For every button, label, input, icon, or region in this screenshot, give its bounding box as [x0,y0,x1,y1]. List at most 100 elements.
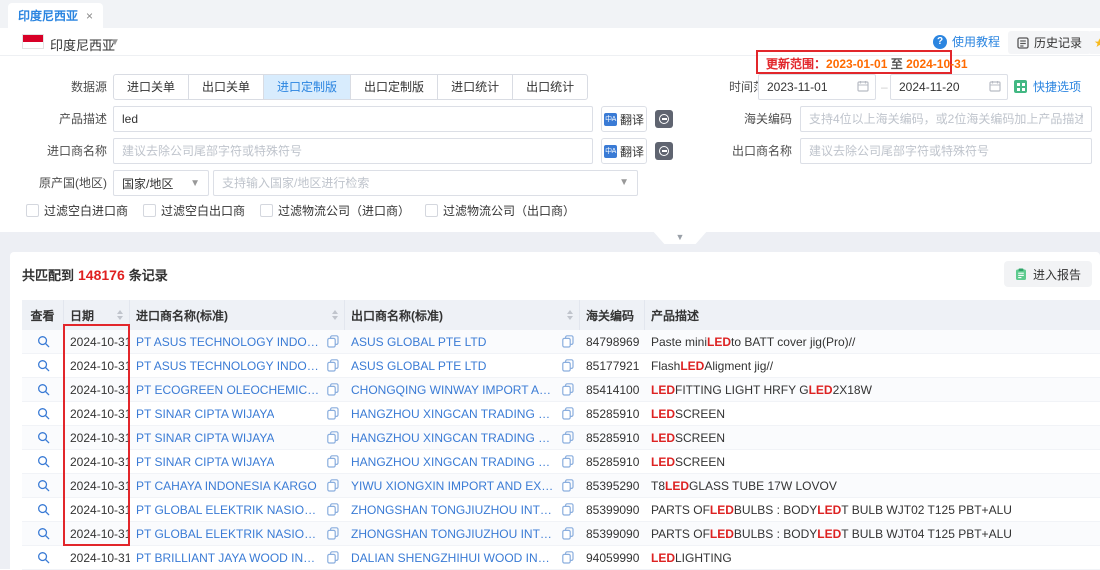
sort-icon[interactable] [326,310,338,320]
start-date-wrap [758,74,876,100]
exact-search-icon[interactable] [655,142,673,160]
summary-suffix: 条记录 [129,268,168,283]
exporter-link[interactable]: HANGZHOU XINGCAN TRADING CO LTD [351,431,558,445]
product-desc-cell: PARTS OF LED BULBS : BODY LED T BULB WJT… [645,498,1100,521]
copy-icon[interactable] [558,503,574,516]
favorite-button[interactable]: ★ [1088,31,1100,54]
copy-icon[interactable] [323,359,339,372]
copy-icon[interactable] [558,455,574,468]
search-icon[interactable] [37,455,50,468]
search-icon[interactable] [37,527,50,540]
copy-icon[interactable] [558,407,574,420]
importer-cell: PT ECOGREEN OLEOCHEMICALS [130,378,345,401]
datasource-tab-5[interactable]: 出口统计 [512,74,588,100]
copy-icon[interactable] [558,527,574,540]
enter-report-button[interactable]: 进入报告 [1004,261,1092,287]
calendar-icon[interactable] [989,80,1001,92]
importer-link[interactable]: PT SINAR CIPTA WIJAYA [136,407,274,421]
quick-options-button[interactable]: 快捷选项 [1014,78,1081,95]
exporter-link[interactable]: HANGZHOU XINGCAN TRADING CO LTD [351,455,558,469]
search-icon[interactable] [37,407,50,420]
exporter-link[interactable]: DALIAN SHENGZHIHUI WOOD INDUST... [351,551,558,565]
column-header-0: 查看 [22,300,64,330]
sort-icon[interactable] [561,310,573,320]
calendar-icon[interactable] [857,80,869,92]
search-icon[interactable] [37,479,50,492]
copy-icon[interactable] [323,503,339,516]
checkbox-icon[interactable] [26,204,39,217]
datasource-tab-2[interactable]: 进口定制版 [263,74,351,100]
importer-link[interactable]: PT SINAR CIPTA WIJAYA [136,455,274,469]
importer-link[interactable]: PT ECOGREEN OLEOCHEMICALS [136,383,323,397]
search-icon[interactable] [37,383,50,396]
importer-link[interactable]: PT SINAR CIPTA WIJAYA [136,431,274,445]
datasource-tab-0[interactable]: 进口关单 [113,74,189,100]
exporter-link[interactable]: YIWU XIONGXIN IMPORT AND EXPORT... [351,479,558,493]
exporter-link[interactable]: ZHONGSHAN TONGJIUZHOU INTERNA... [351,527,558,541]
exact-search-icon[interactable] [655,110,673,128]
importer-link[interactable]: PT ASUS TECHNOLOGY INDONESIA BA... [136,359,323,373]
chevron-down-icon[interactable]: ▼ [110,37,120,48]
copy-icon[interactable] [323,335,339,348]
search-icon[interactable] [37,359,50,372]
table-row: 2024-10-31PT ASUS TECHNOLOGY INDONESIA B… [22,354,1100,378]
sort-icon[interactable] [111,310,123,320]
copy-icon[interactable] [323,383,339,396]
importer-link[interactable]: PT GLOBAL ELEKTRIK NASIONAL [136,527,323,541]
copy-icon[interactable] [323,455,339,468]
exporter-link[interactable]: ASUS GLOBAL PTE LTD [351,335,486,349]
copy-icon[interactable] [558,359,574,372]
product-desc-input[interactable] [113,106,593,132]
column-header-2[interactable]: 进口商名称(标准) [130,300,345,330]
copy-icon[interactable] [558,479,574,492]
hs-code-input[interactable] [800,106,1092,132]
checkbox-icon[interactable] [143,204,156,217]
search-icon[interactable] [37,335,50,348]
copy-icon[interactable] [558,431,574,444]
translate-button[interactable]: 中A 翻译 [601,106,647,132]
copy-icon[interactable] [323,407,339,420]
filter-checkbox-2[interactable]: 过滤物流公司（进口商） [260,202,410,219]
page-tab-indonesia[interactable]: 印度尼西亚 × [8,3,103,28]
copy-icon[interactable] [323,479,339,492]
datasource-tab-4[interactable]: 进口统计 [437,74,513,100]
copy-icon[interactable] [323,431,339,444]
search-icon[interactable] [37,503,50,516]
translate-button[interactable]: 中A 翻译 [601,138,647,164]
copy-icon[interactable] [558,383,574,396]
filter-checkbox-3[interactable]: 过滤物流公司（出口商） [425,202,575,219]
chevron-down-icon[interactable]: ▼ [619,177,629,188]
datasource-tab-1[interactable]: 出口关单 [188,74,264,100]
filter-checkbox-0[interactable]: 过滤空白进口商 [26,202,128,219]
checkbox-icon[interactable] [425,204,438,217]
update-range-end: 2024-10-31 [906,57,967,71]
importer-input[interactable] [113,138,593,164]
importer-link[interactable]: PT GLOBAL ELEKTRIK NASIONAL [136,503,323,517]
close-icon[interactable]: × [86,9,93,23]
importer-link[interactable]: PT CAHAYA INDONESIA KARGO [136,479,317,493]
copy-icon[interactable] [323,551,339,564]
search-icon[interactable] [37,551,50,564]
datasource-tab-3[interactable]: 出口定制版 [350,74,438,100]
copy-icon[interactable] [558,335,574,348]
origin-search-input[interactable] [213,170,638,196]
importer-link[interactable]: PT BRILLIANT JAYA WOOD INDUSTRY [136,551,323,565]
exporter-input[interactable] [800,138,1092,164]
tutorial-button[interactable]: ? 使用教程 [933,33,1000,50]
copy-icon[interactable] [323,527,339,540]
exporter-link[interactable]: ASUS GLOBAL PTE LTD [351,359,486,373]
exporter-link[interactable]: CHONGQING WINWAY IMPORT AND E... [351,383,558,397]
importer-link[interactable]: PT ASUS TECHNOLOGY INDONESIA BA... [136,335,323,349]
country-selector-label[interactable]: 印度尼西亚 [50,35,115,54]
exporter-link[interactable]: ZHONGSHAN TONGJIUZHOU INTERNA... [351,503,558,517]
origin-country-select[interactable]: 国家/地区 ▼ [113,170,209,196]
column-header-3[interactable]: 出口商名称(标准) [345,300,580,330]
exporter-link[interactable]: HANGZHOU XINGCAN TRADING CO LTD [351,407,558,421]
column-header-1[interactable]: 日期 [64,300,130,330]
checkbox-icon[interactable] [260,204,273,217]
copy-icon[interactable] [558,551,574,564]
history-button[interactable]: 历史记录 [1008,31,1091,54]
results-panel: 共匹配到148176条记录 进入报告 查看日期进口商名称(标准)出口商名称(标准… [10,252,1100,569]
search-icon[interactable] [37,431,50,444]
filter-checkbox-1[interactable]: 过滤空白出口商 [143,202,245,219]
